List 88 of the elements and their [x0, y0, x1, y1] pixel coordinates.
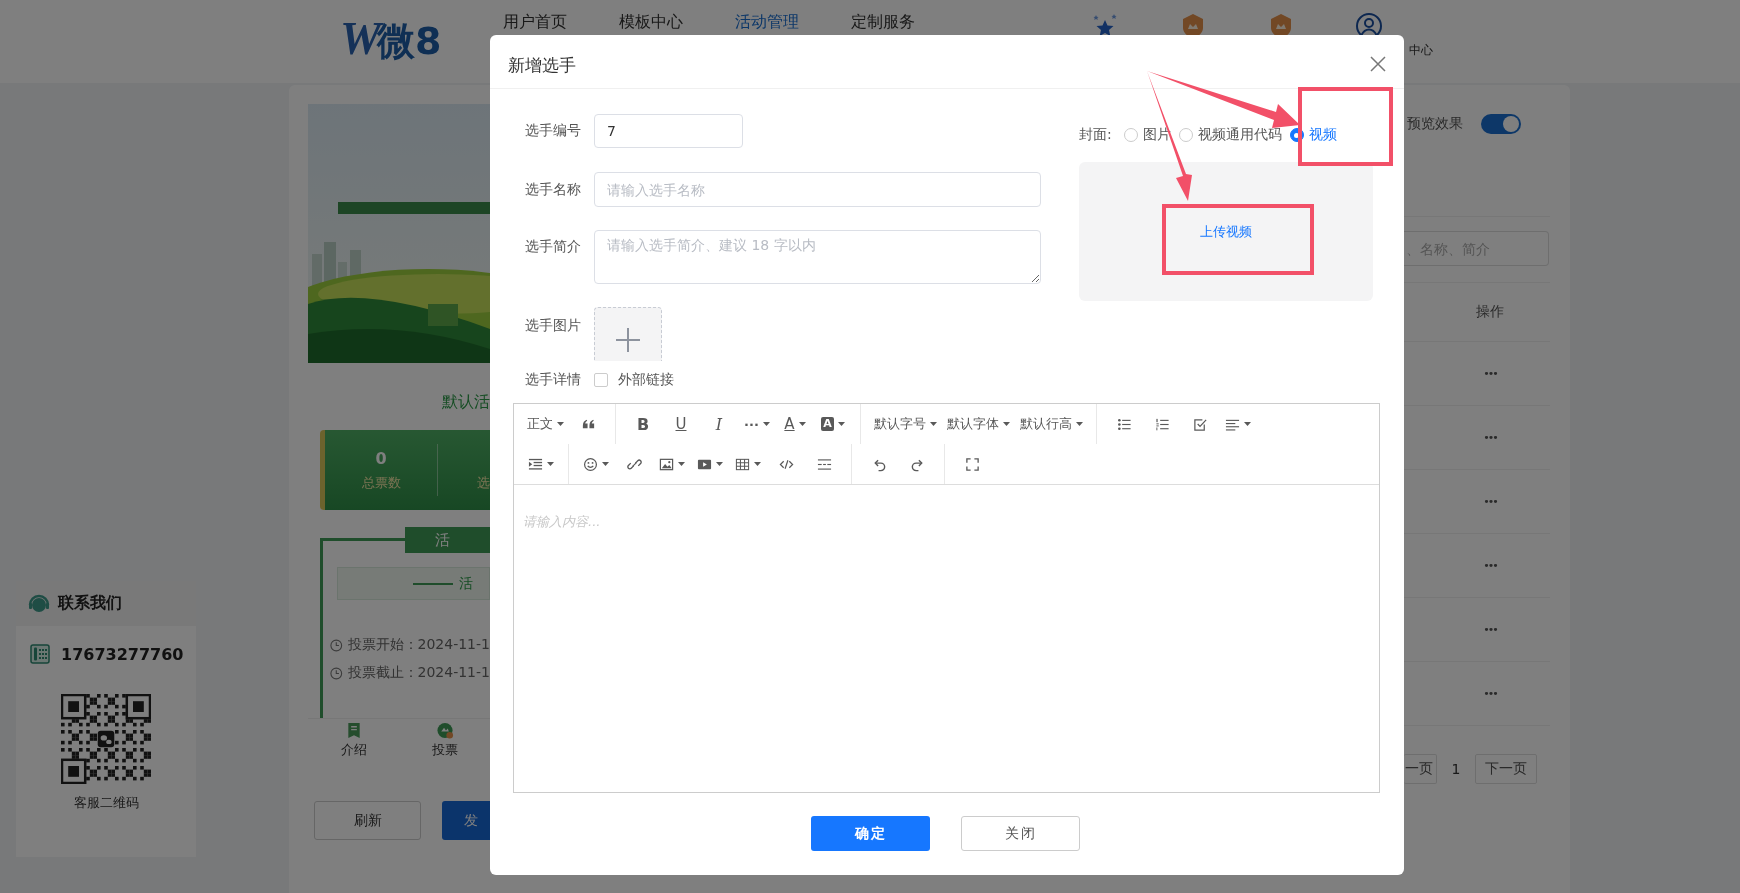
user-center-label[interactable]: 中心 — [1409, 42, 1434, 59]
caret-icon — [754, 462, 761, 466]
stat-label: 总票数 — [361, 473, 401, 492]
emoji-icon — [583, 456, 598, 472]
fullscreen-icon — [964, 456, 980, 472]
toolbar-dropdown[interactable]: 默认字号 — [869, 408, 942, 440]
toolbar-button[interactable]: ··· — [738, 408, 776, 440]
field-label: 选手编号 — [525, 122, 582, 140]
caret-icon — [716, 462, 723, 466]
caret-icon — [837, 422, 845, 426]
caret-icon — [930, 422, 937, 426]
toolbar-dropdown[interactable]: 正文 — [522, 408, 569, 440]
checkbox-list-icon — [1192, 416, 1208, 432]
caret-icon — [1076, 422, 1083, 426]
caret-icon — [798, 422, 806, 426]
bulleted-list-icon — [1116, 416, 1132, 432]
toolbar-button[interactable]: B — [624, 408, 662, 440]
field-label: 选手名称 — [525, 180, 582, 199]
vote-icon — [435, 722, 454, 739]
checkbox[interactable] — [594, 373, 608, 387]
caret-icon — [557, 422, 564, 426]
cancel-button[interactable]: 关闭 — [961, 816, 1080, 851]
clock-icon — [330, 638, 343, 652]
bottom-tab[interactable]: 投票 — [399, 719, 490, 760]
text-area-field[interactable]: 请输入选手简介、建议 18 字以内 — [594, 230, 1041, 284]
more-actions[interactable]: ••• — [1470, 495, 1510, 508]
caret-icon — [547, 462, 554, 466]
upload-video-link[interactable]: 上传视频 — [1200, 223, 1252, 241]
plus-icon — [615, 326, 641, 353]
link-icon — [626, 456, 642, 472]
nav-item[interactable]: 定制服务 — [851, 12, 916, 32]
confirm-button[interactable]: 确定 — [811, 816, 930, 851]
caret-icon — [762, 422, 770, 426]
activity-name: 默认活 — [441, 391, 490, 413]
checkbox-label: 外部链接 — [618, 371, 674, 389]
toolbar-dropdown[interactable]: 默认行高 — [1015, 408, 1088, 440]
page-number: 1 — [1450, 761, 1462, 777]
image-icon — [659, 456, 674, 472]
schedule-text: 投票截止：2024-11-1 — [347, 664, 490, 682]
caret-icon — [1003, 422, 1010, 426]
caret-icon — [602, 462, 609, 466]
phone-icon — [30, 644, 50, 664]
toolbar-button[interactable]: U — [662, 408, 700, 440]
cover-label: 封面: — [1079, 126, 1112, 144]
upload-button[interactable] — [594, 307, 662, 361]
phone-number: 17673277760 — [61, 644, 184, 664]
more-actions[interactable]: ••• — [1470, 431, 1510, 444]
qr-caption: 客服二维码 — [72, 794, 140, 812]
divider-icon — [816, 456, 832, 472]
preview-toggle[interactable] — [1481, 114, 1521, 134]
notice-text: 活 — [459, 574, 473, 593]
nav-item[interactable]: 活动管理 — [735, 12, 800, 32]
dialog-title: 新增选手 — [508, 54, 576, 77]
field-label: 选手详情 — [525, 371, 582, 389]
next-page-button[interactable]: 下一页 — [1475, 754, 1537, 784]
toggle-label: 预览效果 — [1407, 115, 1463, 133]
stat-label: 选 — [477, 474, 490, 492]
more-actions[interactable]: ••• — [1470, 559, 1510, 572]
nav-item[interactable]: 模板中心 — [619, 12, 684, 32]
clock-icon — [330, 666, 343, 680]
support-agent-icon — [28, 593, 50, 614]
field-label: 选手简介 — [525, 238, 582, 256]
prev-page-button[interactable]: 一页 — [1404, 754, 1437, 784]
stat-value: 0 — [375, 448, 387, 468]
input-field[interactable]: 7 — [594, 114, 743, 148]
nav-item[interactable]: 用户首页 — [503, 12, 568, 32]
toolbar-button[interactable]: A — [814, 408, 852, 440]
action-button[interactable]: 发 — [442, 801, 490, 840]
numbered-list-icon — [1154, 416, 1170, 432]
input-field[interactable]: 请输入选手名称 — [594, 172, 1041, 207]
caret-icon — [1244, 422, 1251, 426]
table-icon — [735, 456, 750, 472]
more-actions[interactable]: ••• — [1470, 367, 1510, 380]
radio-option[interactable]: 视频 — [1289, 126, 1337, 144]
schedule-text: 投票开始：2024-11-1 — [347, 636, 490, 654]
indent-icon — [528, 456, 543, 472]
bottom-tab[interactable]: 介绍 — [308, 719, 399, 760]
contact-title: 联系我们 — [58, 593, 122, 614]
more-actions[interactable]: ••• — [1470, 687, 1510, 700]
toolbar-dropdown[interactable]: 默认字体 — [942, 408, 1015, 440]
field-label: 选手图片 — [525, 317, 582, 335]
toolbar-button[interactable]: I — [700, 408, 738, 440]
toolbar-button[interactable]: A — [776, 408, 814, 440]
section-title: 活 — [405, 527, 490, 553]
caret-icon — [678, 462, 685, 466]
action-button[interactable]: 刷新 — [314, 801, 421, 840]
more-actions[interactable]: ••• — [1470, 623, 1510, 636]
column-header: 操作 — [1475, 303, 1505, 321]
